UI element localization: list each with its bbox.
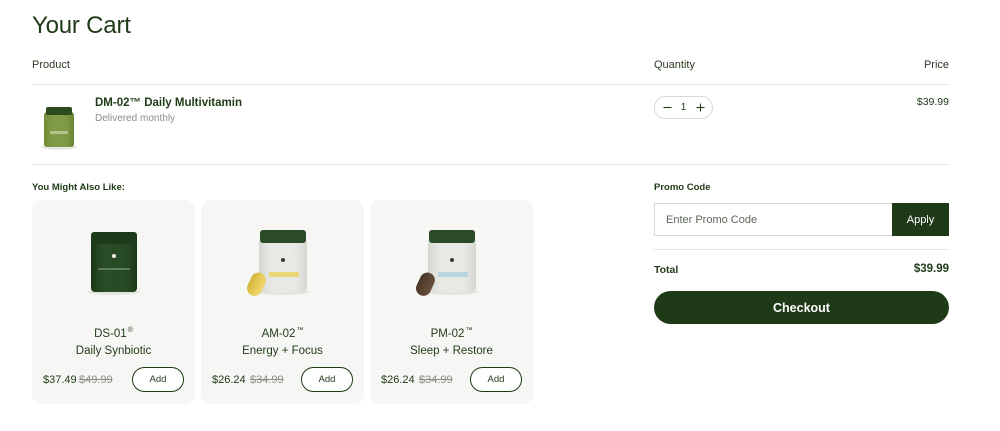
product-name: Energy + Focus (242, 345, 323, 357)
product-card-ds01[interactable]: DS-01® Daily Synbiotic $37.49 $49.99 Add (32, 200, 195, 404)
clear-jar-yellow-capsule-icon (247, 230, 309, 296)
column-header-price: Price (923, 59, 949, 71)
sale-price: $37.49 (43, 374, 77, 386)
column-header-quantity: Quantity (654, 59, 695, 71)
product-code: DS-01® (94, 327, 133, 340)
cart-item-price: $39.99 (916, 96, 949, 108)
green-supplement-jar-icon (41, 107, 77, 150)
product-card-am02[interactable]: AM-02™ Energy + Focus $26.24 $34.99 Add (201, 200, 364, 404)
sale-price: $26.24 (381, 374, 415, 386)
cart-item-subtitle: Delivered monthly (95, 113, 176, 124)
original-price: $34.99 (419, 374, 453, 386)
original-price: $34.99 (250, 374, 284, 386)
promo-code-input[interactable] (654, 203, 892, 236)
total-label: Total (654, 264, 679, 276)
promo-code-label: Promo Code (654, 182, 711, 193)
total-value: $39.99 (913, 263, 949, 275)
add-button[interactable]: Add (132, 367, 184, 392)
original-price: $49.99 (79, 374, 113, 386)
column-header-product: Product (32, 59, 70, 71)
plus-icon[interactable] (694, 101, 706, 115)
apply-button[interactable]: Apply (892, 203, 949, 236)
checkout-button[interactable]: Checkout (654, 291, 949, 324)
quantity-value[interactable]: 1 (681, 102, 687, 113)
sale-price: $26.24 (212, 374, 246, 386)
divider (32, 164, 949, 165)
divider (32, 84, 949, 85)
add-button[interactable]: Add (301, 367, 353, 392)
quantity-stepper: 1 (654, 96, 713, 119)
dark-green-jar-icon (88, 232, 140, 295)
recommendations-label: You Might Also Like: (32, 182, 125, 193)
product-code: AM-02™ (261, 327, 304, 340)
minus-icon[interactable] (661, 101, 673, 115)
product-card-pm02[interactable]: PM-02™ Sleep + Restore $26.24 $34.99 Add (370, 200, 533, 404)
product-name: Daily Synbiotic (75, 345, 152, 357)
cart-item-name[interactable]: DM-02™ Daily Multivitamin (95, 97, 242, 109)
clear-jar-brown-capsule-icon (416, 230, 478, 296)
product-code: PM-02™ (430, 327, 473, 340)
page-title: Your Cart (32, 12, 131, 39)
add-button[interactable]: Add (470, 367, 522, 392)
divider (654, 249, 949, 250)
product-name: Sleep + Restore (410, 345, 493, 357)
